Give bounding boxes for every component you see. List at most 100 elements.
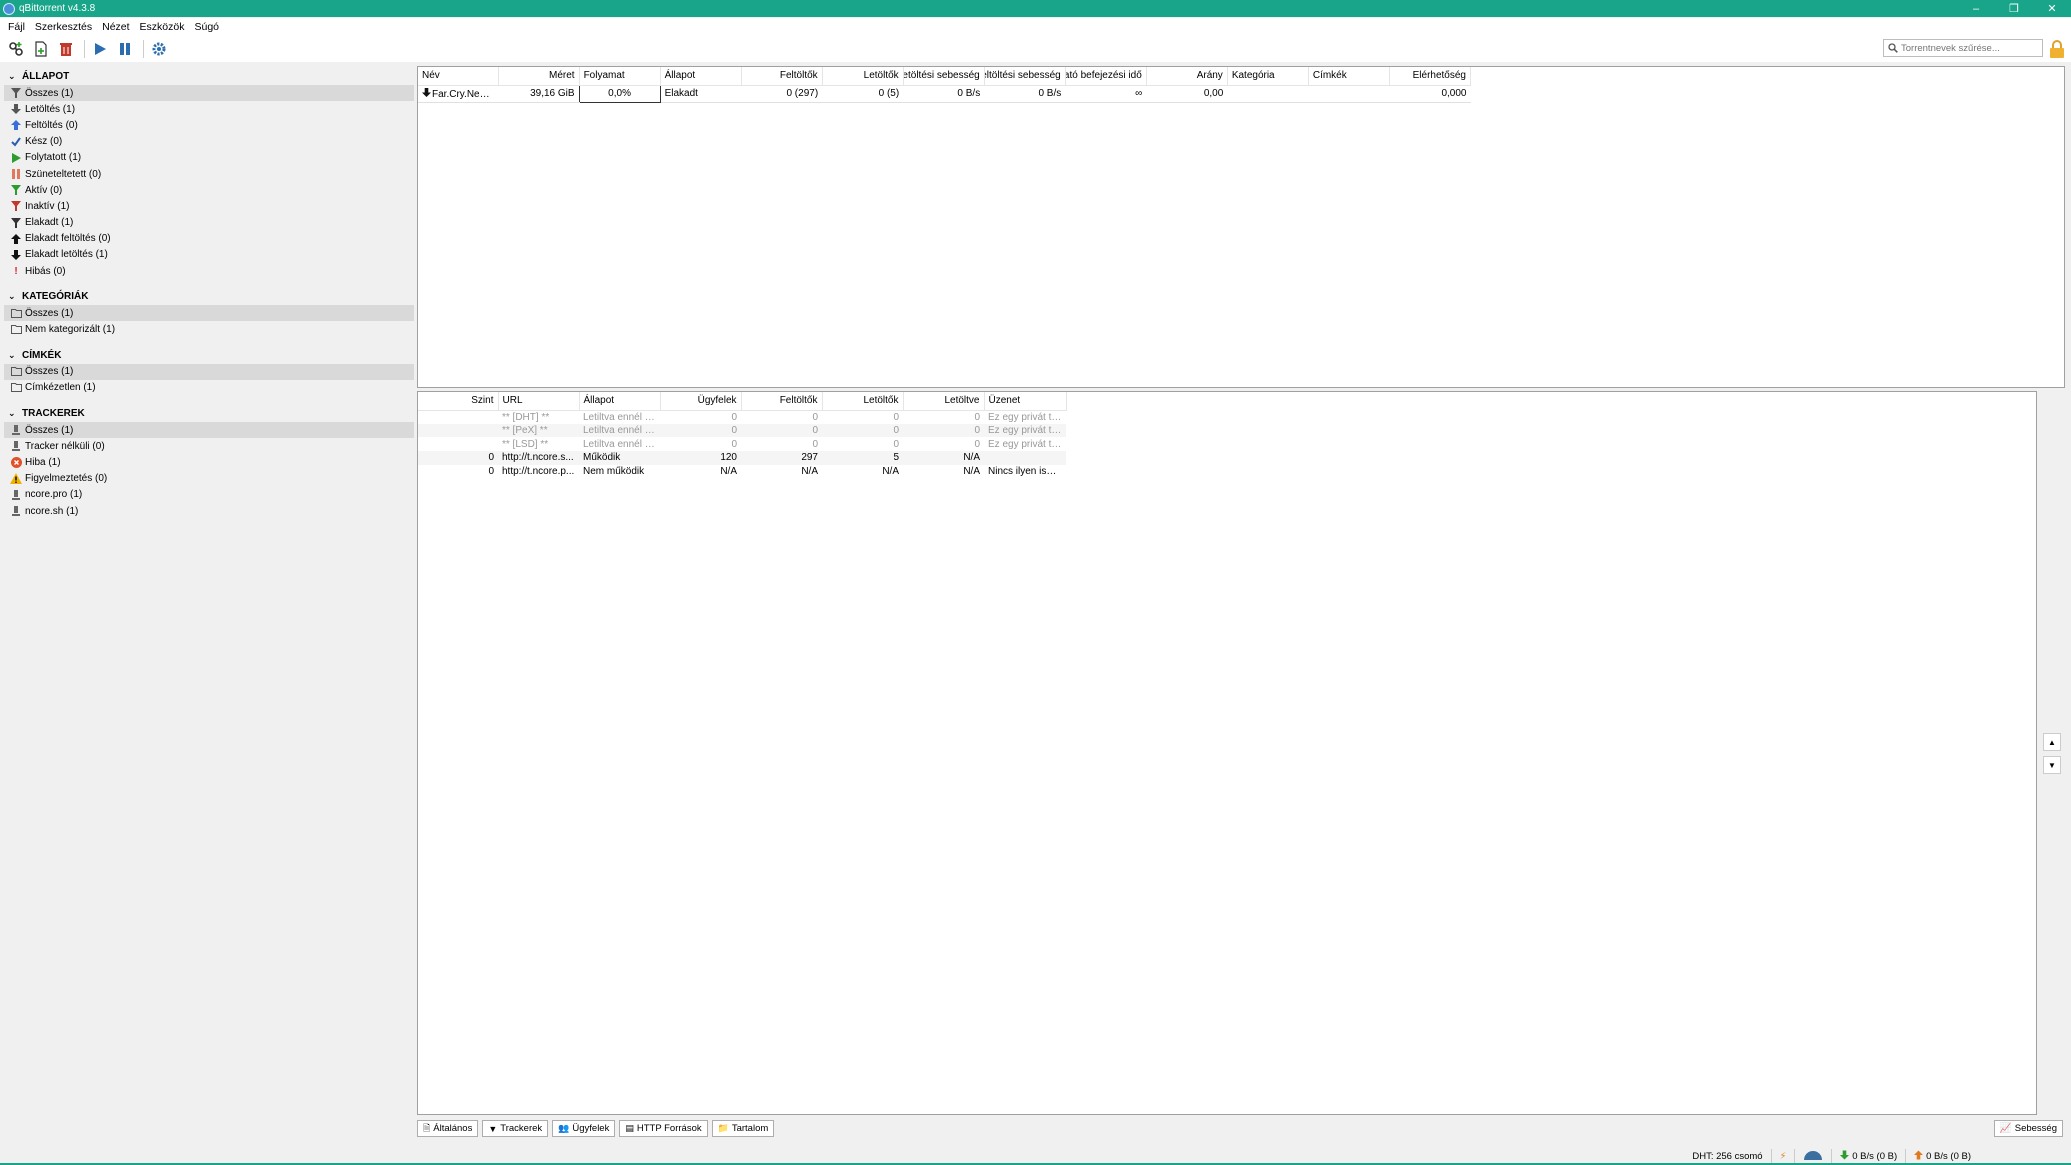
column-header-downloaded[interactable]: Letöltve <box>903 392 985 411</box>
status-filter-inactive[interactable]: Inaktív (1) <box>4 198 414 214</box>
tracker-filter-ncore-sh[interactable]: ncore.sh (1) <box>4 503 414 519</box>
tracker-row[interactable]: ** [DHT] ** Letiltva ennél a ... 0 0 0 0… <box>418 410 1066 424</box>
column-header-message[interactable]: Üzenet <box>984 392 1067 411</box>
column-header-peers[interactable]: Letöltők <box>822 67 904 86</box>
delete-button[interactable] <box>55 38 77 60</box>
status-filter-stalled[interactable]: Elakadt (1) <box>4 215 414 231</box>
tab-http-sources[interactable]: ▤ HTTP Források <box>619 1120 708 1137</box>
column-header-status[interactable]: Állapot <box>579 392 661 411</box>
tab-peers[interactable]: 👥 Ügyfelek <box>552 1120 616 1137</box>
status-filter-active[interactable]: Aktív (0) <box>4 182 414 198</box>
column-header-leeches[interactable]: Letöltők <box>822 392 904 411</box>
chart-icon: 📈 <box>1999 1123 2012 1134</box>
tags-section-header[interactable]: ⌄ CÍMKÉK <box>4 347 414 364</box>
column-header-download-speed[interactable]: Letöltési sebesség <box>903 67 985 86</box>
close-button[interactable]: ✕ <box>2033 0 2071 17</box>
restore-button[interactable]: ❐ <box>1995 0 2033 17</box>
status-filter-completed[interactable]: Kész (0) <box>4 134 414 150</box>
move-down-button[interactable]: ▼ <box>2043 756 2061 774</box>
column-header-name[interactable]: Név <box>418 67 499 86</box>
add-torrent-file-button[interactable] <box>30 38 52 60</box>
status-filter-errored[interactable]: ! Hibás (0) <box>4 263 414 279</box>
tracker-downloaded: 0 <box>974 438 980 450</box>
connection-status[interactable]: ⚡ <box>1770 1149 1795 1163</box>
tracker-tier <box>418 410 498 424</box>
column-header-seeds[interactable]: Feltöltők <box>741 392 823 411</box>
status-filter-all[interactable]: Összes (1) <box>4 85 414 102</box>
tag-filter-untagged[interactable]: Címkézetlen (1) <box>4 380 414 396</box>
tracker-row[interactable]: 0 http://t.ncore.p... Nem működik N/A N/… <box>418 465 1066 479</box>
torrent-row[interactable]: Far.Cry.New... 39,16 GiB 0,0% Elakadt 0 … <box>418 84 1471 103</box>
tab-content[interactable]: 📁 Tartalom <box>711 1120 775 1137</box>
alt-speed-toggle[interactable] <box>1794 1149 1831 1163</box>
tracker-filter-all[interactable]: Összes (1) <box>4 422 414 439</box>
status-filter-label: Folytatott (1) <box>25 152 82 164</box>
tracker-filter-warning[interactable]: Figyelmeztetés (0) <box>4 471 414 487</box>
column-header-url[interactable]: URL <box>498 392 580 411</box>
column-header-ratio[interactable]: Arány <box>1146 67 1228 86</box>
column-header-tier[interactable]: Szint <box>418 392 499 411</box>
chevron-down-icon: ▼ <box>2048 760 2056 770</box>
tracker-peers: 0 <box>731 411 737 423</box>
status-filter-paused[interactable]: Szüneteltetett (0) <box>4 166 414 182</box>
menu-file[interactable]: Fájl <box>3 21 30 33</box>
tracker-row[interactable]: ** [PeX] ** Letiltva ennél a ... 0 0 0 0… <box>418 423 1066 438</box>
torrent-filter-search[interactable] <box>1883 39 2043 57</box>
play-icon <box>95 43 106 55</box>
category-filter-uncategorized[interactable]: Nem kategorizált (1) <box>4 321 414 337</box>
torrent-seeds: 0 (297) <box>741 85 823 103</box>
column-header-tags[interactable]: Címkék <box>1308 67 1390 86</box>
column-header-upload-speed[interactable]: Feltöltési sebesség <box>984 67 1066 86</box>
column-header-seeds[interactable]: Feltöltők <box>741 67 823 86</box>
tracker-filter-label: Összes (1) <box>25 424 74 436</box>
tracker-filter-trackerless[interactable]: Tracker nélküli (0) <box>4 438 414 454</box>
tracker-table-header: Szint URL Állapot Ügyfelek Feltöltők Let… <box>418 392 1067 411</box>
chevron-down-icon: ⌄ <box>8 291 16 302</box>
search-input[interactable] <box>1901 42 2041 54</box>
status-section-header[interactable]: ⌄ ÁLLAPOT <box>4 68 414 85</box>
column-header-peers[interactable]: Ügyfelek <box>660 392 742 411</box>
trackers-section-header[interactable]: ⌄ TRACKEREK <box>4 405 414 422</box>
tracker-filter-label: Hiba (1) <box>25 456 61 468</box>
status-filter-label: Aktív (0) <box>25 184 63 196</box>
status-filter-stalled-downloading[interactable]: Elakadt letöltés (1) <box>4 247 414 263</box>
tab-general[interactable]: 🗎 Általános <box>417 1120 479 1137</box>
status-filter-resumed[interactable]: Folytatott (1) <box>4 150 414 166</box>
tracker-message <box>984 451 1066 465</box>
column-header-progress[interactable]: Folyamat <box>579 67 661 86</box>
add-link-button[interactable] <box>5 38 27 60</box>
menu-view[interactable]: Nézet <box>97 21 134 33</box>
tag-filter-label: Összes (1) <box>25 366 74 378</box>
tag-filter-all[interactable]: Összes (1) <box>4 363 414 380</box>
tracker-peers: 0 <box>660 423 741 438</box>
column-header-availability[interactable]: Elérhetőség <box>1389 67 1472 86</box>
options-button[interactable] <box>148 38 170 60</box>
column-header-size[interactable]: Méret <box>498 67 580 86</box>
menu-tools[interactable]: Eszközök <box>135 21 190 33</box>
status-filter-downloading[interactable]: Letöltés (1) <box>4 101 414 117</box>
status-filter-stalled-uploading[interactable]: Elakadt feltöltés (0) <box>4 231 414 247</box>
move-up-button[interactable]: ▲ <box>2043 733 2061 751</box>
menu-help[interactable]: Súgó <box>189 21 224 33</box>
lock-button[interactable] <box>2048 39 2066 59</box>
minimize-button[interactable]: – <box>1957 0 1995 17</box>
menu-edit[interactable]: Szerkesztés <box>30 21 97 33</box>
categories-section-header[interactable]: ⌄ KATEGÓRIÁK <box>4 288 414 305</box>
column-header-eta[interactable]: Várható befejezési idő <box>1065 67 1147 86</box>
tab-speed[interactable]: 📈 Sebesség <box>1993 1120 2063 1137</box>
tracker-row[interactable]: 0 http://t.ncore.s... Működik 120 297 5 … <box>418 451 1066 465</box>
tracker-filter-error[interactable]: Hiba (1) <box>4 454 414 470</box>
tracker-row[interactable]: ** [LSD] ** Letiltva ennél a ... 0 0 0 0… <box>418 437 1066 451</box>
upload-speed-status[interactable]: 0 B/s (0 B) <box>1905 1149 2071 1163</box>
column-header-state[interactable]: Állapot <box>660 67 742 86</box>
column-header-category[interactable]: Kategória <box>1227 67 1309 86</box>
resume-button[interactable] <box>89 38 111 60</box>
download-speed-status[interactable]: 0 B/s (0 B) <box>1831 1149 1905 1163</box>
pause-button[interactable] <box>114 38 136 60</box>
trash-icon <box>60 43 72 56</box>
tracker-filter-ncore-pro[interactable]: ncore.pro (1) <box>4 487 414 503</box>
tab-trackers[interactable]: ▼ Trackerek <box>482 1120 549 1137</box>
status-filter-seeding[interactable]: Feltöltés (0) <box>4 117 414 133</box>
torrent-download-speed: 0 B/s <box>903 85 985 103</box>
category-filter-all[interactable]: Összes (1) <box>4 305 414 322</box>
